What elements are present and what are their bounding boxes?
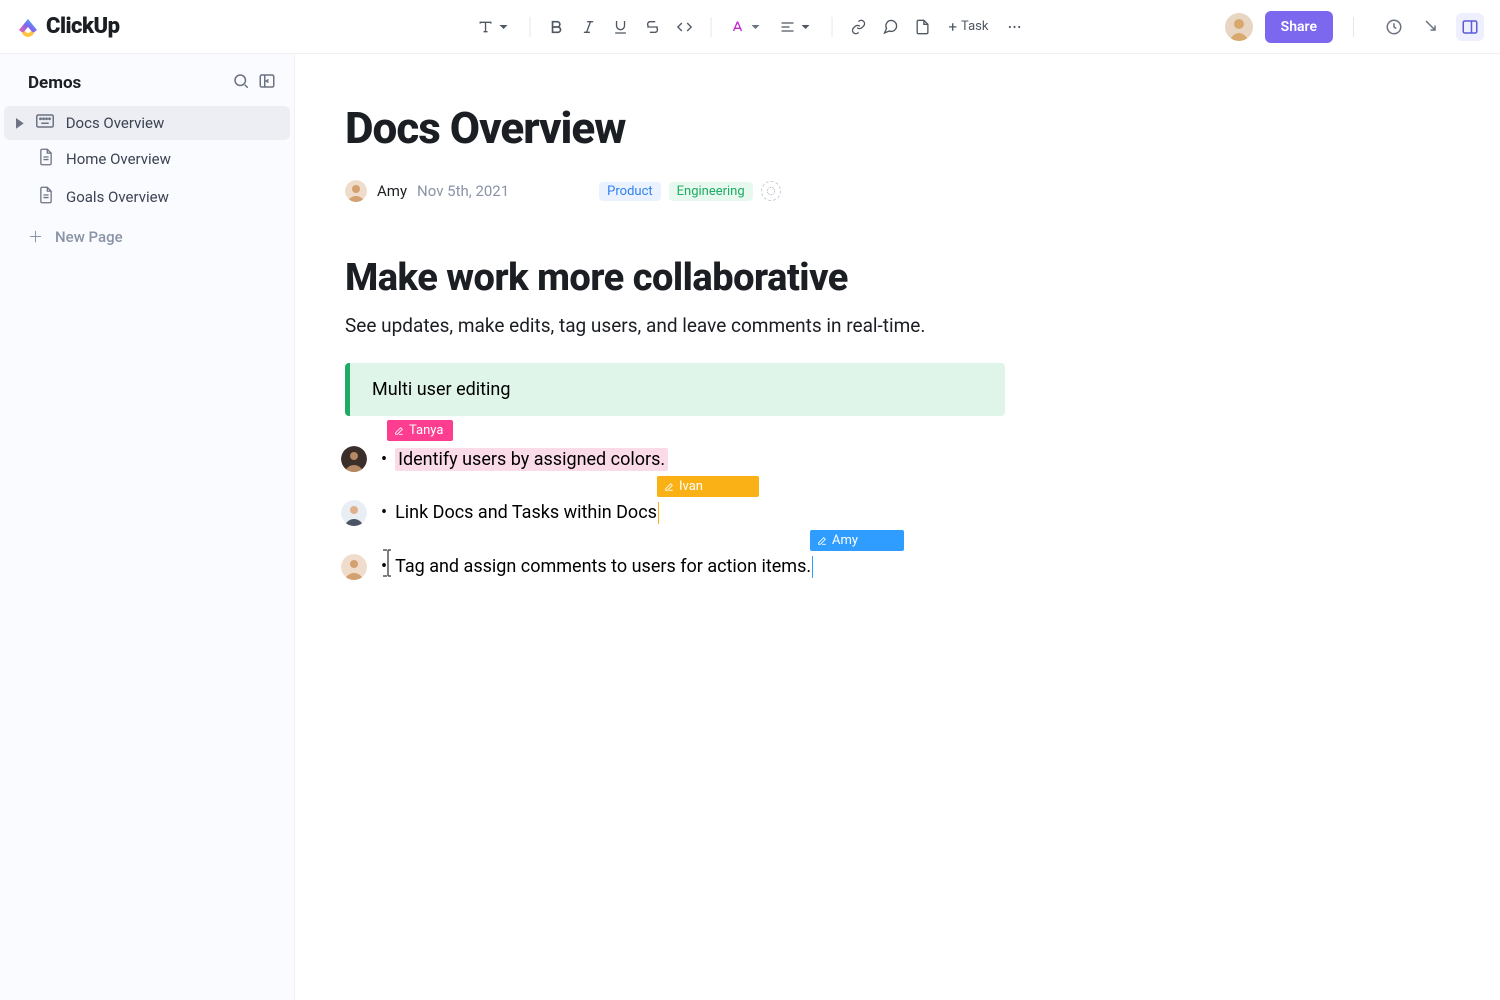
new-page-button[interactable]: ＋ New Page [0, 216, 294, 257]
doc-icon [38, 148, 54, 170]
bullet-row[interactable]: Amy •Tag and assign comments to users fo… [345, 554, 1420, 580]
add-task-button[interactable]: +Task [941, 14, 997, 40]
collaborator-avatar [341, 500, 367, 526]
bullet-row[interactable]: Tanya •Identify users by assigned colors… [345, 446, 1420, 472]
download-icon[interactable] [1418, 13, 1446, 41]
collapse-sidebar-icon[interactable] [258, 72, 276, 94]
text-style-dropdown[interactable] [472, 13, 518, 41]
document-content[interactable]: Docs Overview Amy Nov 5th, 2021 Product … [295, 54, 1500, 1000]
sidebar: Demos ▶ Docs Overview Home Overview Goal… [0, 54, 295, 1000]
chevron-right-icon: ▶ [16, 115, 24, 130]
sidebar-item-home-overview[interactable]: Home Overview [4, 140, 290, 178]
sidebar-item-docs-overview[interactable]: ▶ Docs Overview [4, 106, 290, 140]
doc-title[interactable]: Docs Overview [345, 102, 1420, 154]
more-button[interactable] [1000, 13, 1028, 41]
collaborator-avatar [341, 554, 367, 580]
logo-mark-icon [16, 15, 40, 39]
logo[interactable]: ClickUp [16, 14, 120, 39]
doc-meta: Amy Nov 5th, 2021 Product Engineering [345, 180, 1420, 202]
bullet-text: Identify users by assigned colors. [395, 448, 668, 471]
page-button[interactable] [909, 13, 937, 41]
bullet-text: Link Docs and Tasks within Docs [395, 502, 657, 523]
user-cursor-tag-amy: Amy [810, 530, 904, 551]
sidebar-item-label: Goals Overview [66, 188, 169, 206]
keyboard-icon [36, 114, 54, 132]
search-icon[interactable] [232, 72, 250, 94]
add-tag-button[interactable] [761, 181, 781, 201]
author-name: Amy [377, 182, 407, 200]
doc-date: Nov 5th, 2021 [417, 182, 509, 200]
doc-subtitle[interactable]: See updates, make edits, tag users, and … [345, 314, 1420, 337]
sidebar-item-label: Docs Overview [66, 114, 165, 132]
collaborator-avatar [341, 446, 367, 472]
link-button[interactable] [845, 13, 873, 41]
doc-icon [38, 186, 54, 208]
user-avatar[interactable] [1225, 13, 1253, 41]
user-cursor-tag-ivan: Ivan [657, 476, 759, 497]
bullet-row[interactable]: Ivan •Link Docs and Tasks within Docs [345, 500, 1420, 526]
text-color-dropdown[interactable] [724, 13, 770, 41]
topbar: ClickUp +Task Share [0, 0, 1500, 54]
comment-button[interactable] [877, 13, 905, 41]
italic-button[interactable] [575, 13, 603, 41]
bullet-text: Tag and assign comments to users for act… [395, 556, 811, 577]
callout-block[interactable]: Multi user editing [345, 363, 1005, 416]
strikethrough-button[interactable] [639, 13, 667, 41]
plus-icon: ＋ [28, 226, 43, 247]
brand-name: ClickUp [46, 14, 120, 39]
share-button[interactable]: Share [1265, 11, 1333, 43]
underline-button[interactable] [607, 13, 635, 41]
tag-engineering[interactable]: Engineering [669, 182, 753, 201]
tag-product[interactable]: Product [599, 182, 660, 201]
sidebar-title: Demos [28, 73, 81, 93]
code-button[interactable] [671, 13, 699, 41]
doc-heading[interactable]: Make work more collaborative [345, 256, 1420, 300]
bold-button[interactable] [543, 13, 571, 41]
sidebar-item-label: Home Overview [66, 150, 171, 168]
history-icon[interactable] [1380, 13, 1408, 41]
formatting-toolbar: +Task [472, 13, 1029, 41]
panel-toggle-icon[interactable] [1456, 13, 1484, 41]
author-avatar [345, 180, 367, 202]
align-dropdown[interactable] [774, 13, 820, 41]
user-cursor-tag-tanya: Tanya [387, 420, 453, 441]
sidebar-item-goals-overview[interactable]: Goals Overview [4, 178, 290, 216]
